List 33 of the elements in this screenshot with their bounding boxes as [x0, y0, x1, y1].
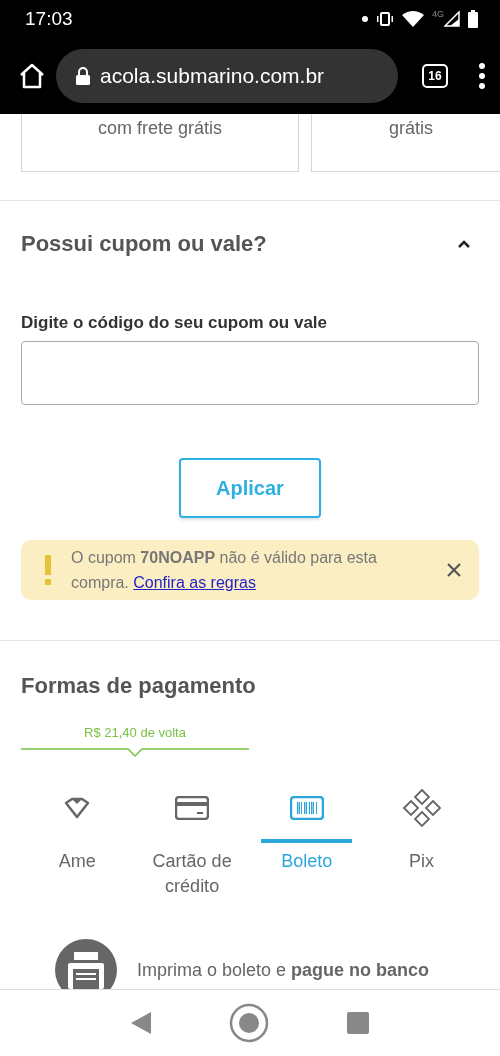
signal-icon: [444, 11, 460, 27]
wifi-icon: [402, 11, 424, 27]
field-label: Digite o código do seu cupom ou vale: [21, 313, 329, 333]
barcode-icon: [289, 796, 324, 820]
battery-icon: [468, 10, 478, 28]
boleto-info-text: Imprima o boleto e pague no banco: [137, 959, 430, 981]
diamond-icon: [401, 788, 442, 828]
credit-card-icon: [175, 796, 210, 820]
payment-method-tab[interactable]: Pix: [364, 772, 479, 899]
tab-count-button[interactable]: 16: [422, 64, 448, 88]
home-icon[interactable]: [18, 62, 46, 90]
alert-message: O cupom 70NOAPP não é válido para esta compra. Confira as regras: [71, 548, 378, 593]
payment-method-tab[interactable]: Ame: [20, 772, 135, 899]
back-icon[interactable]: [131, 1012, 151, 1034]
caret-up-icon[interactable]: [457, 239, 471, 249]
lock-icon: [76, 67, 90, 85]
more-menu-icon[interactable]: [478, 63, 486, 89]
cashback-text: R$ 21,40 de volta: [84, 725, 186, 740]
section-title: Possui cupom ou vale?: [21, 231, 267, 257]
coupon-input-field[interactable]: [21, 341, 479, 405]
network-type: 4G: [432, 9, 444, 19]
section-title: Formas de pagamento: [21, 673, 257, 699]
notification-dot-icon: [362, 16, 368, 22]
status-time: 17:03: [25, 8, 73, 30]
rules-link[interactable]: Confira as regras: [133, 574, 256, 591]
payment-method-tab[interactable]: Cartão de crédito: [134, 772, 250, 899]
shipping-option-card[interactable]: grátis: [311, 114, 500, 172]
vibrate-icon: [376, 12, 394, 26]
exclamation-icon: [45, 555, 51, 585]
close-icon[interactable]: [447, 563, 461, 577]
shipping-option-card[interactable]: com frete grátis: [21, 114, 299, 172]
address-bar[interactable]: acola.submarino.com.br: [56, 49, 398, 103]
home-button-icon[interactable]: [229, 1003, 269, 1043]
